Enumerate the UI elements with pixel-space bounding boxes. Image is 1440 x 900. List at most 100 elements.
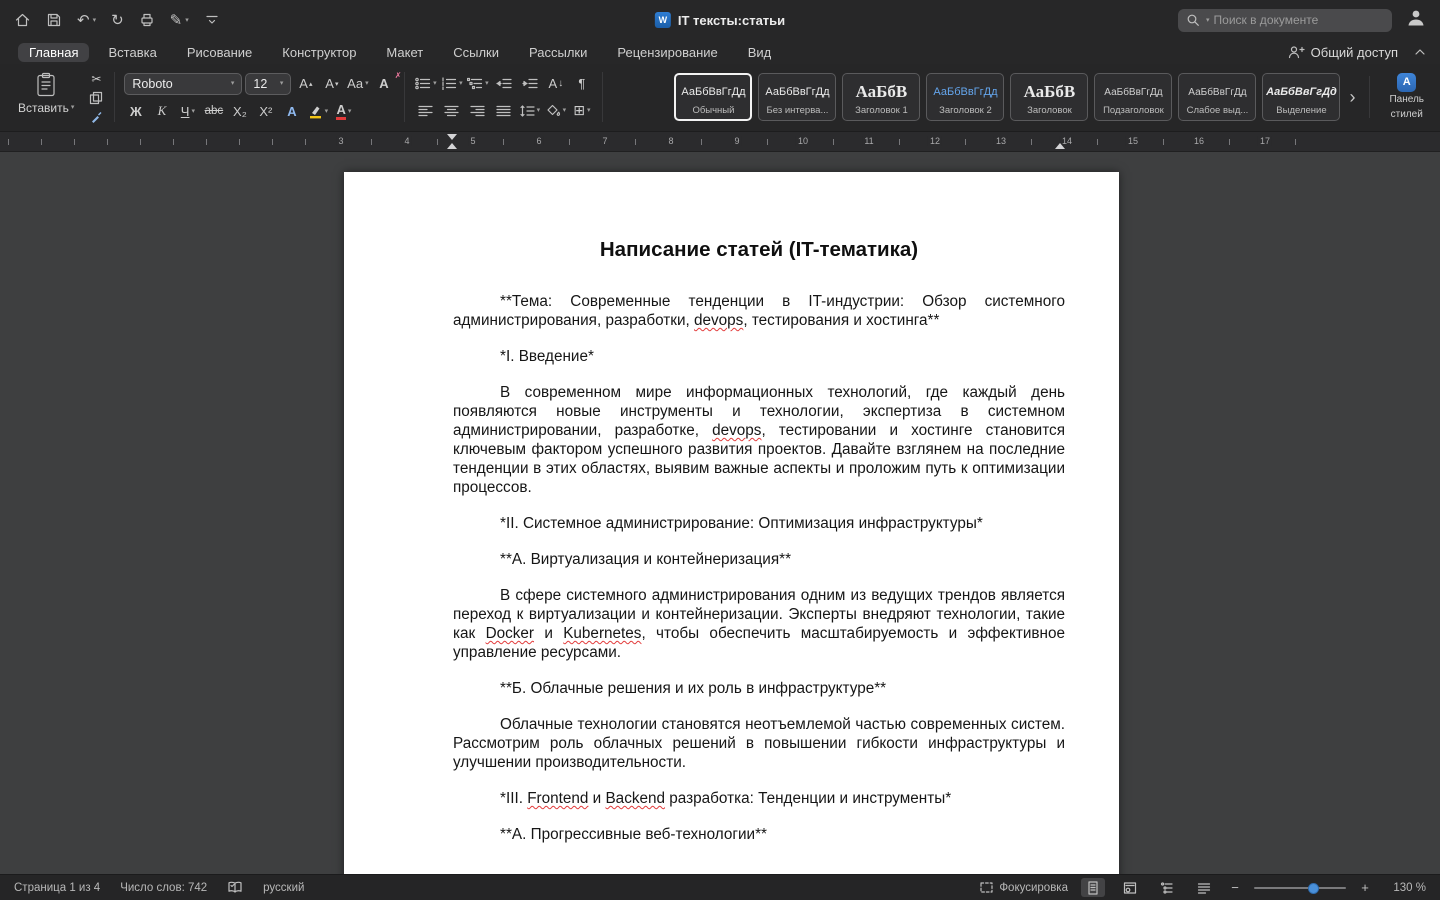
show-formatting-marks-button[interactable]: ¶ (570, 73, 593, 94)
justify-button[interactable] (492, 100, 515, 121)
misspelled-word[interactable]: Backend (605, 790, 665, 807)
change-case-button[interactable]: Аа ▾ (346, 73, 369, 94)
zoom-in-button[interactable]: + (1359, 880, 1371, 895)
text-effects-button[interactable]: А (280, 101, 303, 122)
paragraph[interactable]: **А. Прогрессивные веб-технологии** (453, 825, 1065, 844)
ribbon-tab[interactable]: Ссылки (442, 43, 510, 62)
document-page[interactable]: Написание статей (IT-тематика) **Тема: С… (344, 172, 1119, 874)
bullet-list-button[interactable]: ▾ (414, 73, 437, 94)
draft-view-button[interactable] (1192, 878, 1216, 897)
italic-button[interactable]: К (150, 101, 173, 122)
share-button[interactable]: Общий доступ (1288, 45, 1398, 60)
style-card[interactable]: АаБбВ Заголовок 1 (842, 73, 921, 121)
shading-button[interactable]: ▾ (544, 100, 567, 121)
print-button[interactable] (139, 12, 155, 28)
decrease-indent-button[interactable] (492, 73, 515, 94)
zoom-slider[interactable] (1254, 881, 1346, 895)
bold-button[interactable]: Ж (124, 101, 147, 122)
ribbon-tab[interactable]: Конструктор (271, 43, 367, 62)
cut-button[interactable]: ✂ (87, 72, 105, 87)
document-content[interactable]: Написание статей (IT-тематика) **Тема: С… (344, 172, 1119, 874)
misspelled-word[interactable]: Kubernetes (563, 625, 641, 642)
font-size-select[interactable]: 12 ▾ (245, 72, 292, 95)
style-card[interactable]: АаБбВвГгДд Слабое выд... (1178, 73, 1257, 121)
outline-view-button[interactable] (1155, 878, 1179, 897)
ribbon-tab[interactable]: Вид (737, 43, 783, 62)
paragraph[interactable]: *I. Введение* (453, 347, 1065, 366)
subscript-button[interactable]: Х₂ (228, 101, 251, 122)
multilevel-list-button[interactable]: ▾ (466, 73, 489, 94)
sort-button[interactable]: А ↓ (544, 73, 567, 94)
strikethrough-button[interactable]: abc (202, 101, 225, 122)
ribbon-tab[interactable]: Вставка (97, 43, 167, 62)
misspelled-word[interactable]: devops (694, 312, 743, 329)
edit-mode-button[interactable]: ✎ ▾ (170, 11, 189, 29)
font-color-button[interactable]: А ▾ (332, 101, 355, 122)
zoom-level[interactable]: 130 % (1384, 882, 1426, 894)
redo-button[interactable]: ↻ (111, 11, 124, 29)
web-layout-view-button[interactable] (1118, 878, 1142, 897)
style-card[interactable]: АаБбВвГгДд Подзаголовок (1094, 73, 1173, 121)
align-center-button[interactable] (440, 100, 463, 121)
undo-button[interactable]: ↶ ▾ (77, 11, 96, 29)
superscript-button[interactable]: Х² (254, 101, 277, 122)
paragraph[interactable]: **А. Виртуализация и контейнеризация** (453, 550, 1065, 569)
right-indent-marker[interactable] (1055, 143, 1065, 149)
style-card[interactable]: АаБбВ Заголовок (1010, 73, 1089, 121)
paste-button[interactable]: Вставить ▾ (12, 70, 80, 117)
paragraph[interactable]: **Тема: Современные тенденции в IT-индус… (453, 292, 1065, 330)
paragraph[interactable]: В сфере системного администрирования одн… (453, 586, 1065, 662)
paragraph[interactable]: Облачные технологии становятся неотъемле… (453, 715, 1065, 772)
search-input[interactable] (1213, 13, 1384, 27)
save-button[interactable] (46, 12, 62, 28)
copy-button[interactable] (87, 91, 105, 106)
ribbon-tab[interactable]: Рассылки (518, 43, 598, 62)
highlight-button[interactable]: ▾ (306, 101, 329, 122)
increase-indent-button[interactable] (518, 73, 541, 94)
style-card[interactable]: АаБбВвГгДд Выделение (1262, 73, 1341, 121)
page-count-status[interactable]: Страница 1 из 4 (14, 882, 100, 894)
word-count-status[interactable]: Число слов: 742 (120, 882, 207, 894)
style-card[interactable]: АаБбВвГгДд Без интерва... (758, 73, 837, 121)
misspelled-word[interactable]: Docker (486, 625, 534, 642)
styles-pane-button[interactable]: А Панель стилей (1381, 73, 1432, 121)
paragraph[interactable]: **Б. Облачные решения и их роль в инфрас… (453, 679, 1065, 698)
styles-gallery-more-button[interactable]: › (1346, 87, 1358, 108)
ribbon-tab[interactable]: Макет (375, 43, 434, 62)
search-box[interactable]: ▾ (1178, 8, 1392, 32)
underline-button[interactable]: Ч ▾ (176, 101, 199, 122)
numbered-list-button[interactable]: ▾ (440, 73, 463, 94)
ribbon-tab[interactable]: Главная (18, 42, 90, 62)
paragraph[interactable]: *II. Системное администрирование: Оптими… (453, 514, 1065, 533)
left-indent-marker[interactable] (447, 143, 457, 149)
align-right-button[interactable] (466, 100, 489, 121)
clear-formatting-button[interactable]: А ✗ (372, 71, 401, 94)
misspelled-word[interactable]: Frontend (527, 790, 588, 807)
line-spacing-button[interactable]: ▾ (518, 100, 541, 121)
collapse-ribbon-button[interactable] (1414, 43, 1426, 61)
font-name-select[interactable]: Roboto ▾ (124, 72, 243, 95)
align-left-button[interactable] (414, 100, 437, 121)
home-button[interactable] (14, 12, 31, 28)
language-status[interactable]: русский (263, 882, 304, 894)
focus-mode-button[interactable]: Фокусировка (980, 882, 1068, 894)
format-painter-button[interactable] (87, 110, 105, 125)
borders-button[interactable]: ⊞ ▾ (570, 100, 593, 121)
misspelled-word[interactable]: devops (712, 422, 761, 439)
zoom-out-button[interactable]: − (1229, 880, 1241, 895)
document-heading[interactable]: Написание статей (IT-тематика) (453, 238, 1065, 262)
grow-font-button[interactable]: А ▴ (294, 73, 317, 94)
first-line-indent-marker[interactable] (447, 134, 457, 140)
ribbon-tab[interactable]: Рисование (176, 43, 263, 62)
zoom-knob[interactable] (1308, 882, 1319, 894)
style-card[interactable]: АаБбВвГгДд Обычный (674, 73, 753, 121)
shrink-font-button[interactable]: А ▾ (320, 73, 343, 94)
paragraph[interactable]: *III. Frontend и Backend разработка: Тен… (453, 789, 1065, 808)
account-avatar[interactable] (1406, 8, 1426, 32)
print-layout-view-button[interactable] (1081, 878, 1105, 897)
customize-toolbar-button[interactable] (204, 13, 220, 27)
paragraph[interactable]: В современном мире информационных технол… (453, 383, 1065, 497)
spellcheck-status-button[interactable] (227, 881, 243, 894)
ribbon-tab[interactable]: Рецензирование (606, 43, 728, 62)
style-card[interactable]: АаБбВвГгДд Заголовок 2 (926, 73, 1005, 121)
